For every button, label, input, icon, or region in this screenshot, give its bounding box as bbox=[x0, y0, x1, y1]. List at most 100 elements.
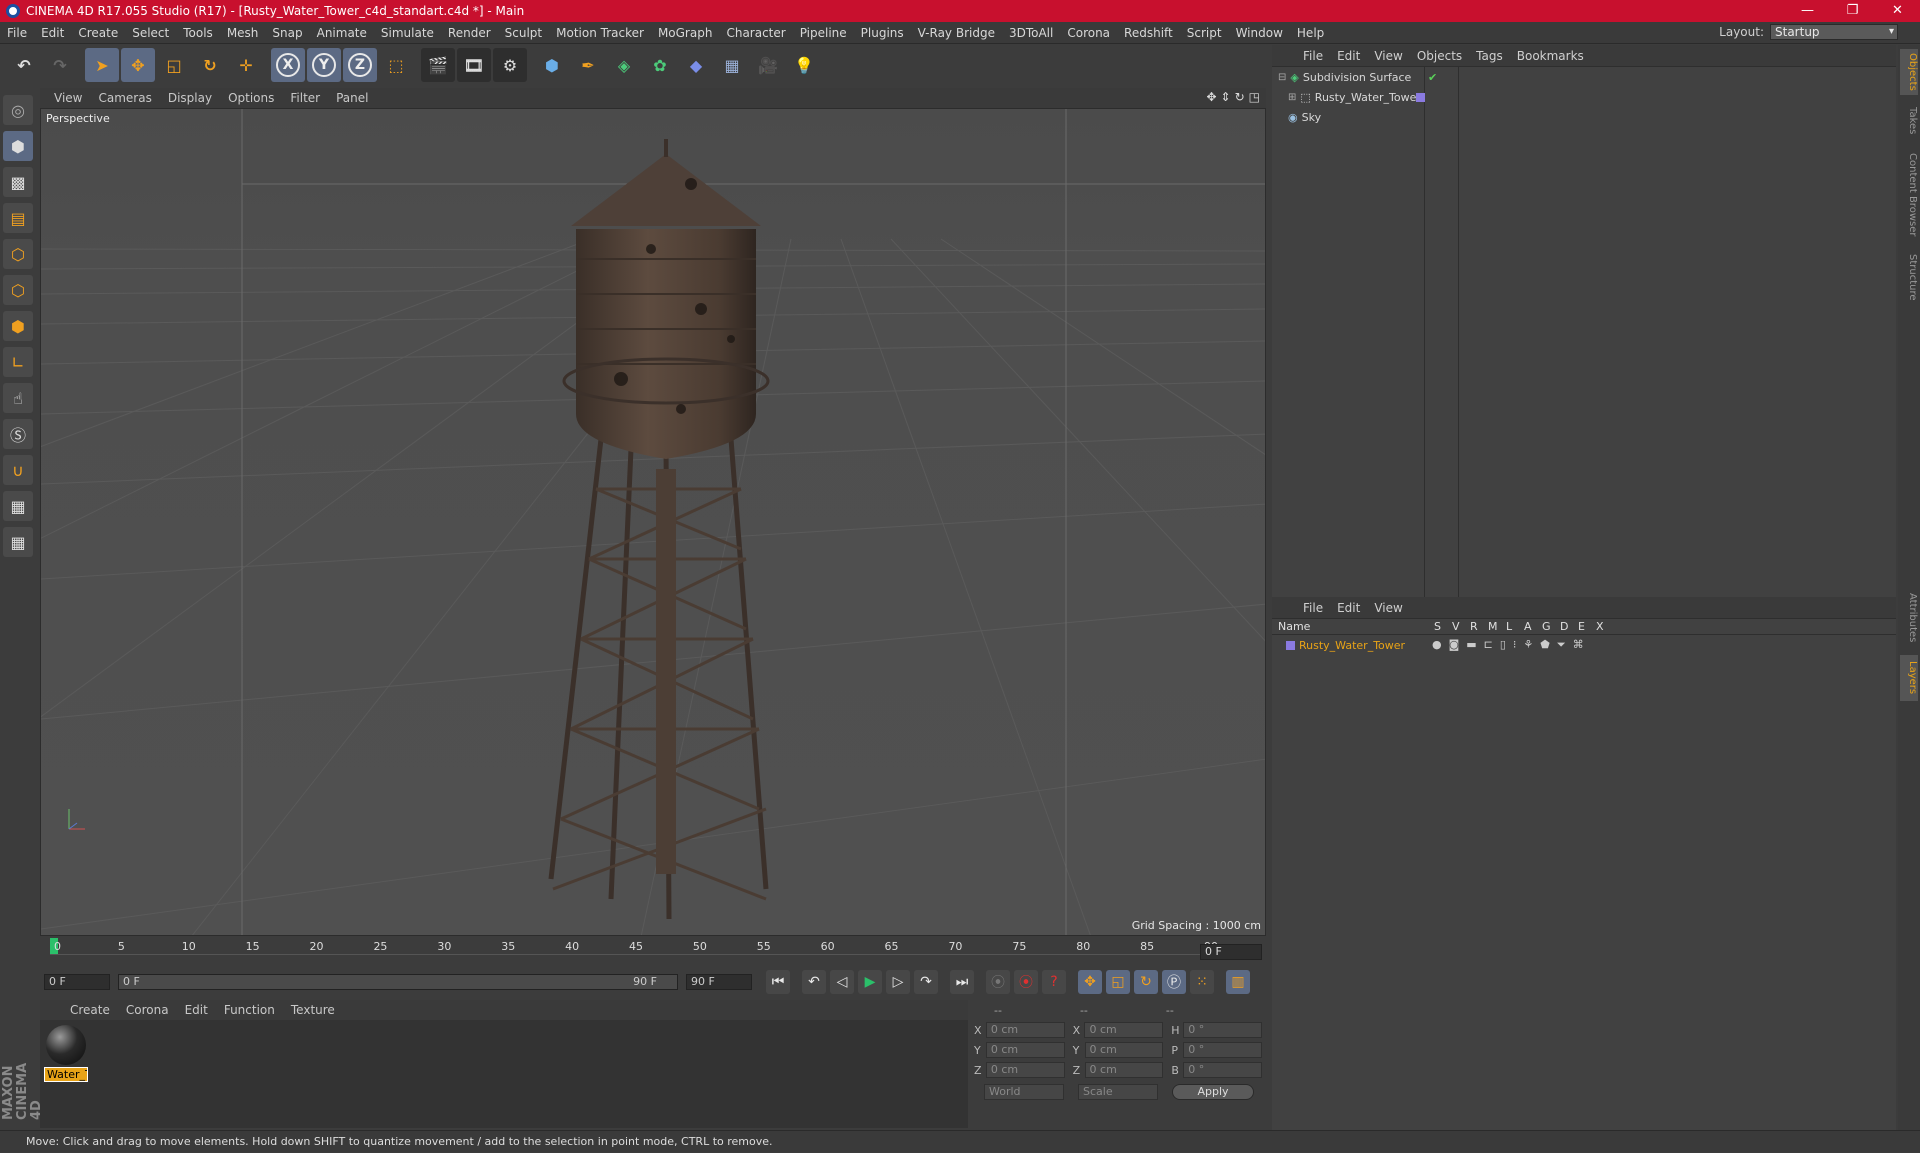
objects-menu-file[interactable]: File bbox=[1296, 49, 1330, 63]
camera-icon[interactable]: 🎥 bbox=[751, 48, 785, 82]
play-forward-icon[interactable]: ▶ bbox=[858, 970, 882, 994]
position-z-field[interactable]: 0 cm bbox=[985, 1062, 1065, 1078]
viewport-camera-label[interactable]: Perspective bbox=[46, 112, 110, 125]
viewport-menu-filter[interactable]: Filter bbox=[282, 91, 328, 105]
cube-object-icon[interactable]: ⬢ bbox=[535, 48, 569, 82]
polygons-mode-icon[interactable]: ⬢ bbox=[3, 311, 33, 341]
menu-window[interactable]: Window bbox=[1229, 22, 1290, 44]
objects-menu-objects[interactable]: Objects bbox=[1410, 49, 1469, 63]
goto-prev-key-icon[interactable]: ↶ bbox=[802, 970, 826, 994]
points-mode-icon[interactable]: ⬡ bbox=[3, 239, 33, 269]
menu-help[interactable]: Help bbox=[1290, 22, 1331, 44]
layer-flags-icons[interactable]: ●◙▬⊏▯⁝⚘⬟⏷⌘ bbox=[1432, 638, 1591, 652]
model-mode-icon[interactable]: ⬢ bbox=[3, 131, 33, 161]
menu-motion-tracker[interactable]: Motion Tracker bbox=[549, 22, 651, 44]
tab-takes[interactable]: Takes bbox=[1900, 101, 1918, 141]
workplane-lock-icon[interactable]: ▦ bbox=[3, 491, 33, 521]
menu-mesh[interactable]: Mesh bbox=[220, 22, 266, 44]
menu-edit[interactable]: Edit bbox=[34, 22, 71, 44]
edges-mode-icon[interactable]: ⬡ bbox=[3, 275, 33, 305]
menu-pipeline[interactable]: Pipeline bbox=[793, 22, 854, 44]
tab-content-browser[interactable]: Content Browser bbox=[1900, 145, 1918, 245]
viewport-menu-options[interactable]: Options bbox=[220, 91, 282, 105]
menu-character[interactable]: Character bbox=[719, 22, 792, 44]
objects-menu-view[interactable]: View bbox=[1367, 49, 1409, 63]
current-frame-field[interactable]: 0 F bbox=[1200, 944, 1262, 960]
render-picture-viewer-icon[interactable]: 🎞 bbox=[457, 48, 491, 82]
menu-render[interactable]: Render bbox=[441, 22, 498, 44]
timeline-window-icon[interactable]: ▥ bbox=[1226, 970, 1250, 994]
menu-sculpt[interactable]: Sculpt bbox=[498, 22, 549, 44]
tab-layers[interactable]: Layers bbox=[1900, 655, 1918, 701]
tab-attributes[interactable]: Attributes bbox=[1900, 585, 1918, 651]
live-selection-icon[interactable]: ➤ bbox=[85, 48, 119, 82]
layer-row[interactable]: Rusty_Water_Tower ●◙▬⊏▯⁝⚘⬟⏷⌘ bbox=[1272, 635, 1896, 655]
tweak-mode-icon[interactable]: ☝ bbox=[3, 383, 33, 413]
layer-color-swatch-icon[interactable] bbox=[1286, 640, 1295, 650]
light-icon[interactable]: 💡 bbox=[787, 48, 821, 82]
menu-file[interactable]: File bbox=[0, 22, 34, 44]
dolly-icon[interactable]: ⇕ bbox=[1221, 90, 1231, 104]
key-position-icon[interactable]: ✥ bbox=[1078, 970, 1102, 994]
goto-end-icon[interactable]: ⏭ bbox=[950, 970, 974, 994]
objects-menu-edit[interactable]: Edit bbox=[1330, 49, 1367, 63]
prev-frame-icon[interactable]: ◁ bbox=[830, 970, 854, 994]
viewport-menu-display[interactable]: Display bbox=[160, 91, 220, 105]
timeline-ruler[interactable] bbox=[50, 954, 1200, 964]
material-menu-texture[interactable]: Texture bbox=[283, 1003, 343, 1017]
viewport-menu-cameras[interactable]: Cameras bbox=[90, 91, 159, 105]
rotation-h-field[interactable]: 0 ° bbox=[1183, 1022, 1262, 1038]
perspective-viewport[interactable]: Perspective Grid Spacing : 1000 cm bbox=[40, 108, 1266, 936]
layer-name[interactable]: Rusty_Water_Tower bbox=[1295, 639, 1405, 652]
menu-snap[interactable]: Snap bbox=[265, 22, 309, 44]
orbit-icon[interactable]: ↻ bbox=[1235, 90, 1245, 104]
menu-create[interactable]: Create bbox=[71, 22, 125, 44]
next-frame-icon[interactable]: ▷ bbox=[886, 970, 910, 994]
y-axis-lock-icon[interactable]: Y bbox=[307, 48, 341, 82]
size-x-field[interactable]: 0 cm bbox=[1084, 1022, 1164, 1038]
menu-simulate[interactable]: Simulate bbox=[374, 22, 441, 44]
move-icon[interactable]: ✥ bbox=[121, 48, 155, 82]
scale-icon[interactable]: ◱ bbox=[157, 48, 191, 82]
last-tool-icon[interactable]: ✛ bbox=[229, 48, 263, 82]
rotate-icon[interactable]: ↻ bbox=[193, 48, 227, 82]
start-frame-field[interactable]: 0 F bbox=[44, 974, 110, 990]
objects-menu-bookmarks[interactable]: Bookmarks bbox=[1510, 49, 1591, 63]
texture-mode-icon[interactable]: ▩ bbox=[3, 167, 33, 197]
render-check-icon[interactable]: ✔ bbox=[1428, 71, 1437, 84]
pan-icon[interactable]: ✥ bbox=[1206, 90, 1216, 104]
material-menu-edit[interactable]: Edit bbox=[177, 1003, 216, 1017]
menu-mograph[interactable]: MoGraph bbox=[651, 22, 720, 44]
object-row-sky[interactable]: ◉ Sky bbox=[1272, 107, 1896, 127]
material-menu-create[interactable]: Create bbox=[62, 1003, 118, 1017]
cloner-icon[interactable]: ✿ bbox=[643, 48, 677, 82]
material-swatch[interactable]: Water_T bbox=[44, 1024, 88, 1082]
coordinate-mode-dropdown[interactable]: World bbox=[984, 1084, 1064, 1100]
key-parameter-icon[interactable]: Ⓟ bbox=[1162, 970, 1186, 994]
menu-corona[interactable]: Corona bbox=[1060, 22, 1117, 44]
layers-menu-view[interactable]: View bbox=[1367, 601, 1409, 615]
objects-menu-tags[interactable]: Tags bbox=[1469, 49, 1510, 63]
redo-icon[interactable]: ↷ bbox=[43, 48, 77, 82]
rotation-b-field[interactable]: 0 ° bbox=[1183, 1062, 1263, 1078]
object-row-rusty-water-tower[interactable]: ⊞ ⬚ Rusty_Water_Tower bbox=[1272, 87, 1896, 107]
x-axis-lock-icon[interactable]: X bbox=[271, 48, 305, 82]
render-settings-icon[interactable]: ⚙ bbox=[493, 48, 527, 82]
record-active-icon[interactable]: ⦿ bbox=[1014, 970, 1038, 994]
menu-animate[interactable]: Animate bbox=[310, 22, 374, 44]
end-frame-field[interactable]: 90 F bbox=[686, 974, 752, 990]
spline-pen-icon[interactable]: ✒ bbox=[571, 48, 605, 82]
floor-icon[interactable]: ▦ bbox=[715, 48, 749, 82]
key-rotation-icon[interactable]: ↻ bbox=[1134, 970, 1158, 994]
preview-range-slider[interactable]: 0 F 90 F bbox=[118, 974, 678, 990]
menu-vray-bridge[interactable]: V-Ray Bridge bbox=[911, 22, 1002, 44]
tab-objects[interactable]: Objects bbox=[1900, 49, 1918, 95]
viewport-menu-panel[interactable]: Panel bbox=[328, 91, 376, 105]
material-menu-function[interactable]: Function bbox=[216, 1003, 283, 1017]
menu-redshift[interactable]: Redshift bbox=[1117, 22, 1180, 44]
layers-menu-edit[interactable]: Edit bbox=[1330, 601, 1367, 615]
position-x-field[interactable]: 0 cm bbox=[985, 1022, 1065, 1038]
object-row-subdivision-surface[interactable]: ⊟ ◈ Subdivision Surface ✔ bbox=[1272, 67, 1896, 87]
size-y-field[interactable]: 0 cm bbox=[1084, 1042, 1164, 1058]
timeline[interactable]: 051015202530354045505560657075808590 0 F bbox=[40, 938, 1266, 968]
